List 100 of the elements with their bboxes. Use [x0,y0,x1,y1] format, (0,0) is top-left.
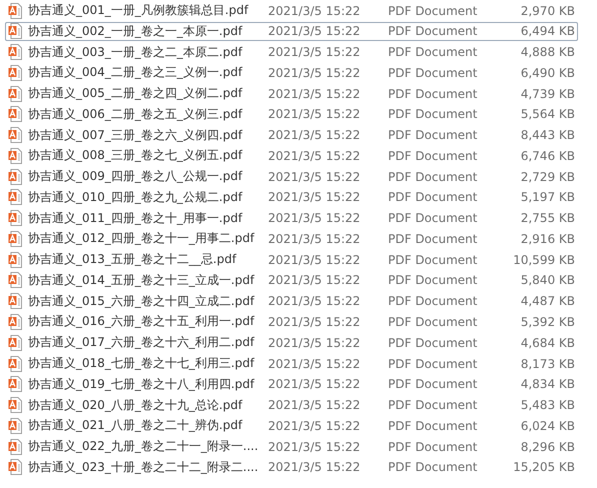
file-type: PDF Document [388,252,478,267]
date-modified: 2021/3/5 15:22 [268,24,362,38]
pdf-file-icon [8,168,24,185]
pdf-file-icon [8,334,24,351]
file-type: PDF Document [388,211,478,226]
file-size: 8,173 KB [520,356,576,371]
file-row[interactable]: 协吉通义_014_五册_卷之十三_立成一.pdf 2021/3/5 15:22 PDF Document 5,840 KB [5,270,578,290]
file-size: 2,755 KB [520,211,576,226]
file-size: 2,729 KB [520,170,576,184]
file-size: 10,599 KB [512,252,576,267]
file-size: 6,494 KB [520,24,576,38]
file-row[interactable]: 协吉通义_013_五册_卷之十二__忌.pdf 2021/3/5 15:22 PDF Document 10,599 KB [5,250,578,270]
file-type: PDF Document [388,24,478,38]
file-name: 协吉通义_007_三册_卷之六_义例四.pdf [28,126,244,144]
file-row[interactable]: 协吉通义_007_三册_卷之六_义例四.pdf 2021/3/5 15:22 PDF Document 8,443 KB [5,126,578,145]
file-row[interactable]: 协吉通义_022_九册_卷之二十一_附录一.... 2021/3/5 15:22 PDF Document 8,296 KB [5,437,578,456]
file-row[interactable]: 协吉通义_003_一册_卷之二_本原二.pdf 2021/3/5 15:22 PDF Document 4,888 KB [5,42,578,62]
file-type: PDF Document [388,440,478,454]
file-size: 6,746 KB [520,148,576,163]
date-modified: 2021/3/5 15:22 [268,398,362,412]
date-modified: 2021/3/5 15:22 [268,128,362,142]
file-row[interactable]: 协吉通义_018_七册_卷之十七_利用三.pdf 2021/3/5 15:22 PDF Document 8,173 KB [5,354,578,374]
file-name: 协吉通义_023_十册_卷之二十二_附录二.... [28,458,260,476]
date-modified: 2021/3/5 15:22 [268,107,362,122]
file-type: PDF Document [388,45,478,60]
date-modified: 2021/3/5 15:22 [268,86,362,101]
file-row[interactable]: 协吉通义_021_八册_卷之二十_辨伪.pdf 2021/3/5 15:22 PDF Document 6,024 KB [5,416,578,436]
file-row[interactable]: 协吉通义_016_六册_卷之十五_利用一.pdf 2021/3/5 15:22 PDF Document 5,392 KB [5,312,578,332]
pdf-file-icon [8,397,24,414]
file-type: PDF Document [388,273,478,288]
pdf-file-icon [8,86,24,102]
date-modified: 2021/3/5 15:22 [268,273,362,288]
date-modified: 2021/3/5 15:22 [268,148,362,163]
date-modified: 2021/3/5 15:22 [268,211,362,226]
file-row[interactable]: 协吉通义_019_七册_卷之十八_利用四.pdf 2021/3/5 15:22 PDF Document 4,834 KB [5,374,578,394]
file-name: 协吉通义_001_一册_凡例教簇辑总目.pdf [28,2,250,19]
pdf-file-icon [8,2,24,18]
file-row[interactable]: 协吉通义_008_三册_卷之七_义例五.pdf 2021/3/5 15:22 PDF Document 6,746 KB [5,146,578,166]
pdf-file-icon [8,230,24,247]
date-modified: 2021/3/5 15:22 [268,45,362,60]
pdf-file-icon [8,459,24,476]
pdf-file-icon [8,23,24,40]
pdf-file-icon [8,293,24,310]
file-name: 协吉通义_004_二册_卷之三_义例一.pdf [28,64,244,82]
file-name: 协吉通义_002_一册_卷之一_本原一.pdf [28,22,244,40]
file-row[interactable]: 协吉通义_010_四册_卷之九_公规二.pdf 2021/3/5 15:22 PDF Document 5,197 KB [5,188,578,207]
file-size: 6,490 KB [520,66,576,80]
file-type: PDF Document [388,148,478,163]
file-type: PDF Document [388,418,478,433]
file-type: PDF Document [388,4,478,18]
pdf-file-icon [8,376,24,392]
date-modified: 2021/3/5 15:22 [268,418,362,433]
file-type: PDF Document [388,86,478,101]
file-row[interactable]: 协吉通义_001_一册_凡例教簇辑总目.pdf 2021/3/5 15:22 PDF Document 2,970 KB [5,1,578,20]
file-size: 4,888 KB [520,45,576,60]
date-modified: 2021/3/5 15:22 [268,190,362,204]
file-name: 协吉通义_009_四册_卷之八_公规一.pdf [28,168,244,186]
file-row[interactable]: 协吉通义_009_四册_卷之八_公规一.pdf 2021/3/5 15:22 PDF Document 2,729 KB [5,167,578,186]
file-type: PDF Document [388,232,478,246]
file-type: PDF Document [388,336,478,350]
pdf-file-icon [8,356,24,372]
file-row[interactable]: 协吉通义_002_一册_卷之一_本原一.pdf 2021/3/5 15:22 PDF Document 6,494 KB [5,22,578,41]
file-row[interactable]: 协吉通义_011_四册_卷之十_用事一.pdf 2021/3/5 15:22 PDF Document 2,755 KB [5,208,578,228]
pdf-file-icon [8,210,24,226]
file-type: PDF Document [388,128,478,142]
file-row[interactable]: 协吉通义_006_二册_卷之五_义例三.pdf 2021/3/5 15:22 PDF Document 5,564 KB [5,104,578,124]
pdf-file-icon [8,418,24,434]
file-type: PDF Document [388,460,478,474]
file-row[interactable]: 协吉通义_020_八册_卷之十九_总论.pdf 2021/3/5 15:22 PDF Document 5,483 KB [5,396,578,415]
file-type: PDF Document [388,190,478,204]
file-size: 4,834 KB [520,377,576,392]
file-name: 协吉通义_020_八册_卷之十九_总论.pdf [28,396,244,414]
file-size: 15,205 KB [512,460,576,474]
file-name: 协吉通义_012_四册_卷之十一_用事二.pdf [28,230,256,248]
file-size: 8,296 KB [520,440,576,454]
file-type: PDF Document [388,107,478,122]
date-modified: 2021/3/5 15:22 [268,336,362,350]
date-modified: 2021/3/5 15:22 [268,377,362,392]
file-name: 协吉通义_016_六册_卷之十五_利用一.pdf [28,313,256,330]
date-modified: 2021/3/5 15:22 [268,356,362,371]
date-modified: 2021/3/5 15:22 [268,66,362,80]
file-name: 协吉通义_006_二册_卷之五_义例三.pdf [28,106,244,123]
file-row[interactable]: 协吉通义_017_六册_卷之十六_利用二.pdf 2021/3/5 15:22 PDF Document 4,684 KB [5,333,578,352]
file-row[interactable]: 协吉通义_004_二册_卷之三_义例一.pdf 2021/3/5 15:22 PDF Document 6,490 KB [5,63,578,82]
pdf-file-icon [8,272,24,288]
date-modified: 2021/3/5 15:22 [268,232,362,246]
file-row[interactable]: 协吉通义_015_六册_卷之十四_立成二.pdf 2021/3/5 15:22 PDF Document 4,487 KB [5,292,578,311]
file-size: 5,840 KB [520,273,576,288]
file-size: 6,024 KB [520,418,576,433]
file-name: 协吉通义_019_七册_卷之十八_利用四.pdf [28,376,256,393]
file-row[interactable]: 协吉通义_005_二册_卷之四_义例二.pdf 2021/3/5 15:22 PDF Document 4,739 KB [5,84,578,104]
date-modified: 2021/3/5 15:22 [268,294,362,308]
file-size: 4,487 KB [520,294,576,308]
pdf-file-icon [8,148,24,164]
date-modified: 2021/3/5 15:22 [268,170,362,184]
file-size: 4,684 KB [520,336,576,350]
file-type: PDF Document [388,66,478,80]
date-modified: 2021/3/5 15:22 [268,252,362,267]
file-row[interactable]: 协吉通义_023_十册_卷之二十二_附录二.... 2021/3/5 15:22 PDF Document 15,205 KB [5,458,578,477]
file-row[interactable]: 协吉通义_012_四册_卷之十一_用事二.pdf 2021/3/5 15:22 PDF Document 2,916 KB [5,229,578,248]
